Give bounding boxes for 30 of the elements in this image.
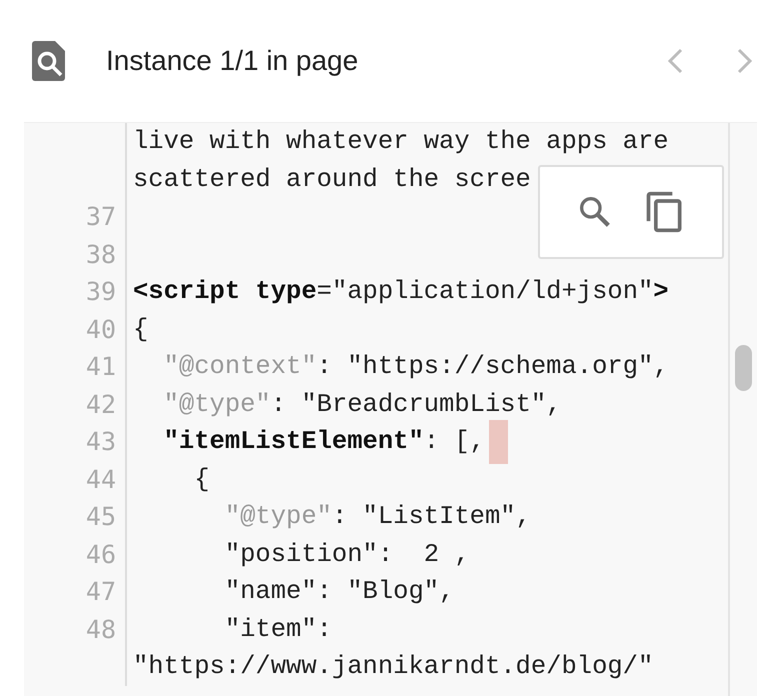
code-line: { <box>193 464 210 494</box>
line-number: 39 <box>86 277 116 306</box>
line-number: 37 <box>86 202 116 232</box>
code-line: "itemListElement": [, <box>162 427 485 456</box>
line-number: 44 <box>86 464 116 494</box>
code-line: "position": 2 , <box>224 540 470 569</box>
next-icon[interactable] <box>736 47 754 75</box>
previous-icon[interactable] <box>666 47 684 75</box>
code-line: "https://www.jannikarndt.de/blog/" <box>133 652 654 682</box>
code-line: "item": <box>224 614 332 644</box>
line-number: 38 <box>86 240 116 269</box>
code-line: "@type": "BreadcrumbList", <box>162 390 562 419</box>
line-number: 48 <box>86 614 116 644</box>
code-line: "name": "Blog", <box>224 577 454 606</box>
header-title: Instance 1/1 in page <box>106 45 360 77</box>
code-line: <script type="application/ld+json"> <box>133 277 669 306</box>
code-line: { <box>133 314 148 344</box>
line-number: 47 <box>86 577 116 606</box>
line-number: 45 <box>86 502 116 532</box>
scrollbar-thumb[interactable] <box>735 345 752 391</box>
line-number: 46 <box>86 540 116 569</box>
line-number: 43 <box>86 427 116 456</box>
line-number: 40 <box>86 314 116 344</box>
code-line: live with whatever way the apps are <box>133 127 669 156</box>
code-line: scattered around the scree <box>133 164 531 194</box>
line-number: 41 <box>86 352 116 382</box>
page-search-icon <box>32 41 66 81</box>
code-line: "@type": "ListItem", <box>224 502 531 532</box>
code-line: "@context": "https://schema.org", <box>162 352 669 382</box>
line-number: 42 <box>86 390 116 419</box>
